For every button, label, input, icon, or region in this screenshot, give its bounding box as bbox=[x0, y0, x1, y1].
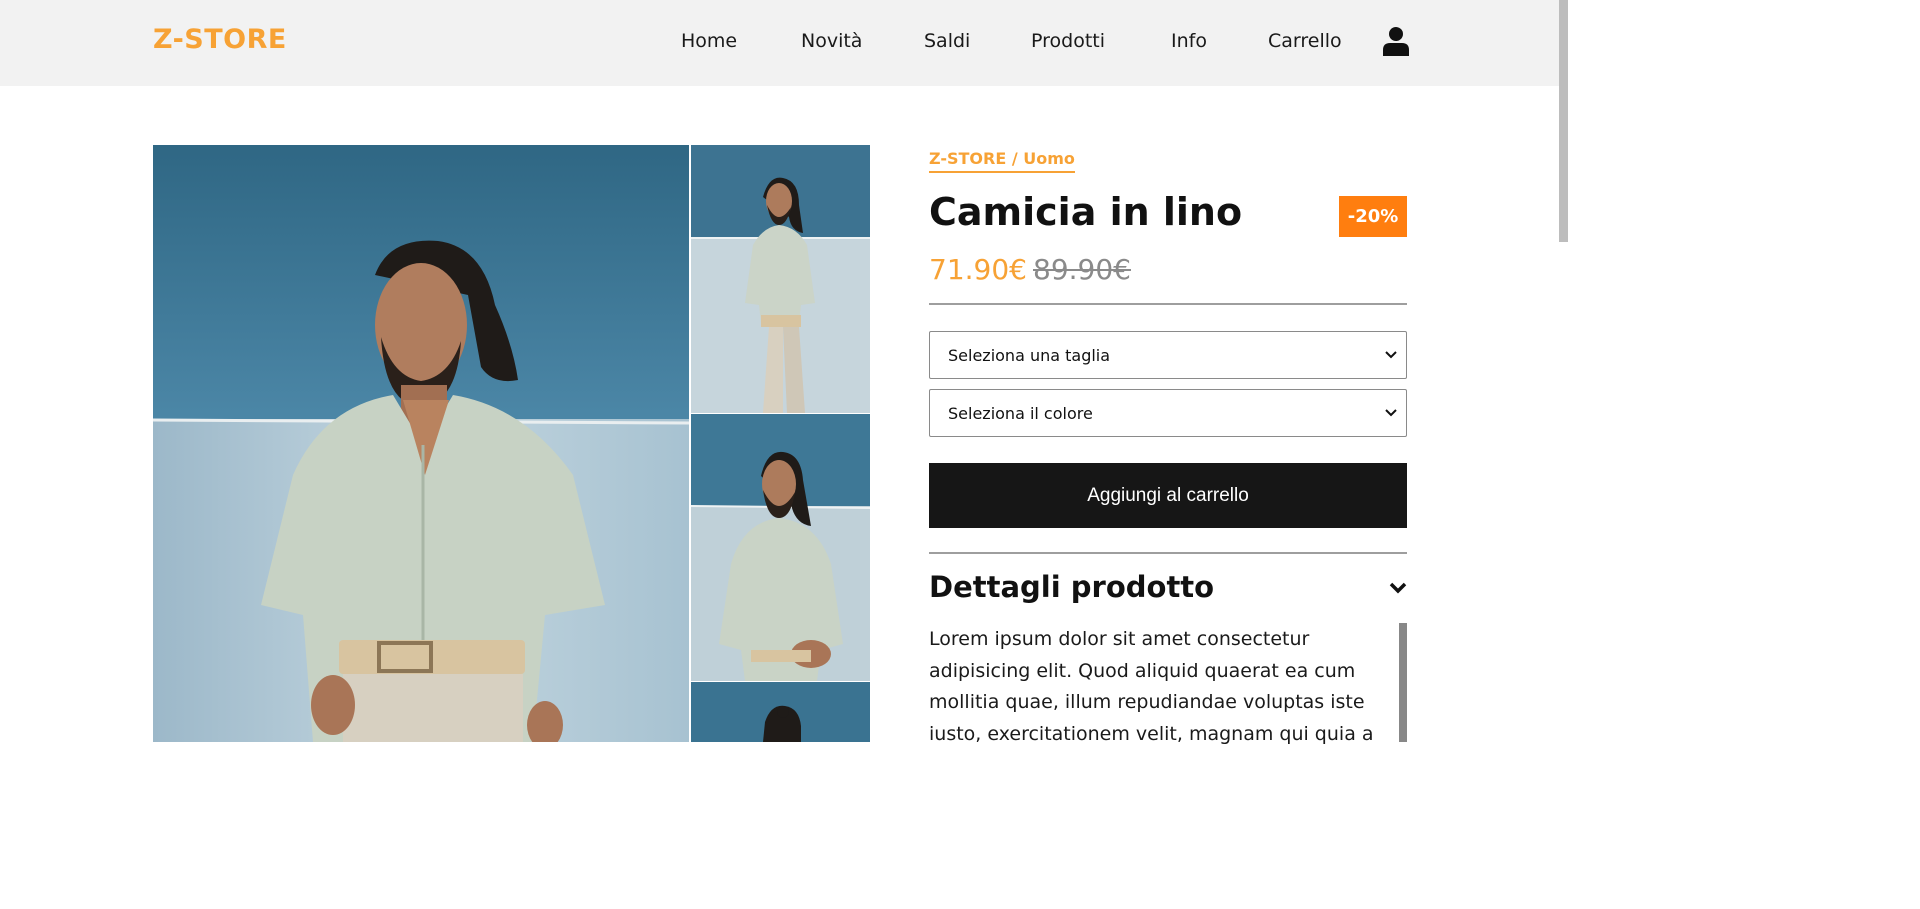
site-header: Z-STORE Home Novità Saldi Prodotti Info … bbox=[0, 0, 1568, 86]
product-thumbnail[interactable] bbox=[691, 145, 870, 413]
divider bbox=[929, 552, 1407, 554]
breadcrumb[interactable]: Z-STORE / Uomo bbox=[929, 149, 1075, 173]
chevron-down-icon bbox=[1385, 351, 1397, 359]
nav-carrello[interactable]: Carrello bbox=[1268, 30, 1342, 52]
chevron-down-icon bbox=[1385, 409, 1397, 417]
divider bbox=[929, 303, 1407, 305]
details-heading[interactable]: Dettagli prodotto bbox=[929, 570, 1214, 604]
user-icon[interactable] bbox=[1383, 26, 1409, 56]
product-thumbnail[interactable] bbox=[691, 414, 870, 681]
color-select-value: Seleziona il colore bbox=[948, 403, 1093, 423]
nav-novita[interactable]: Novità bbox=[801, 30, 862, 52]
sale-price: 71.90€ bbox=[929, 253, 1027, 286]
original-price: 89.90€ bbox=[1033, 253, 1131, 286]
discount-badge: -20% bbox=[1339, 196, 1407, 237]
add-to-cart-button[interactable]: Aggiungi al carrello bbox=[929, 463, 1407, 528]
page-scrollbar[interactable] bbox=[1559, 0, 1568, 242]
color-select[interactable]: Seleziona il colore bbox=[929, 389, 1407, 437]
nav-saldi[interactable]: Saldi bbox=[924, 30, 970, 52]
product-main-image[interactable] bbox=[153, 145, 689, 742]
store-logo[interactable]: Z-STORE bbox=[153, 24, 287, 55]
nav-info[interactable]: Info bbox=[1171, 30, 1207, 52]
size-select-value: Seleziona una taglia bbox=[948, 345, 1111, 365]
product-thumbnail[interactable] bbox=[691, 682, 870, 742]
size-select[interactable]: Seleziona una taglia bbox=[929, 331, 1407, 379]
chevron-down-icon[interactable] bbox=[1388, 578, 1408, 598]
nav-home[interactable]: Home bbox=[681, 30, 737, 52]
product-title: Camicia in lino bbox=[929, 190, 1243, 234]
details-scrollbar[interactable] bbox=[1399, 623, 1407, 742]
nav-prodotti[interactable]: Prodotti bbox=[1031, 30, 1105, 52]
details-description: Lorem ipsum dolor sit amet consectetur a… bbox=[929, 628, 1374, 745]
